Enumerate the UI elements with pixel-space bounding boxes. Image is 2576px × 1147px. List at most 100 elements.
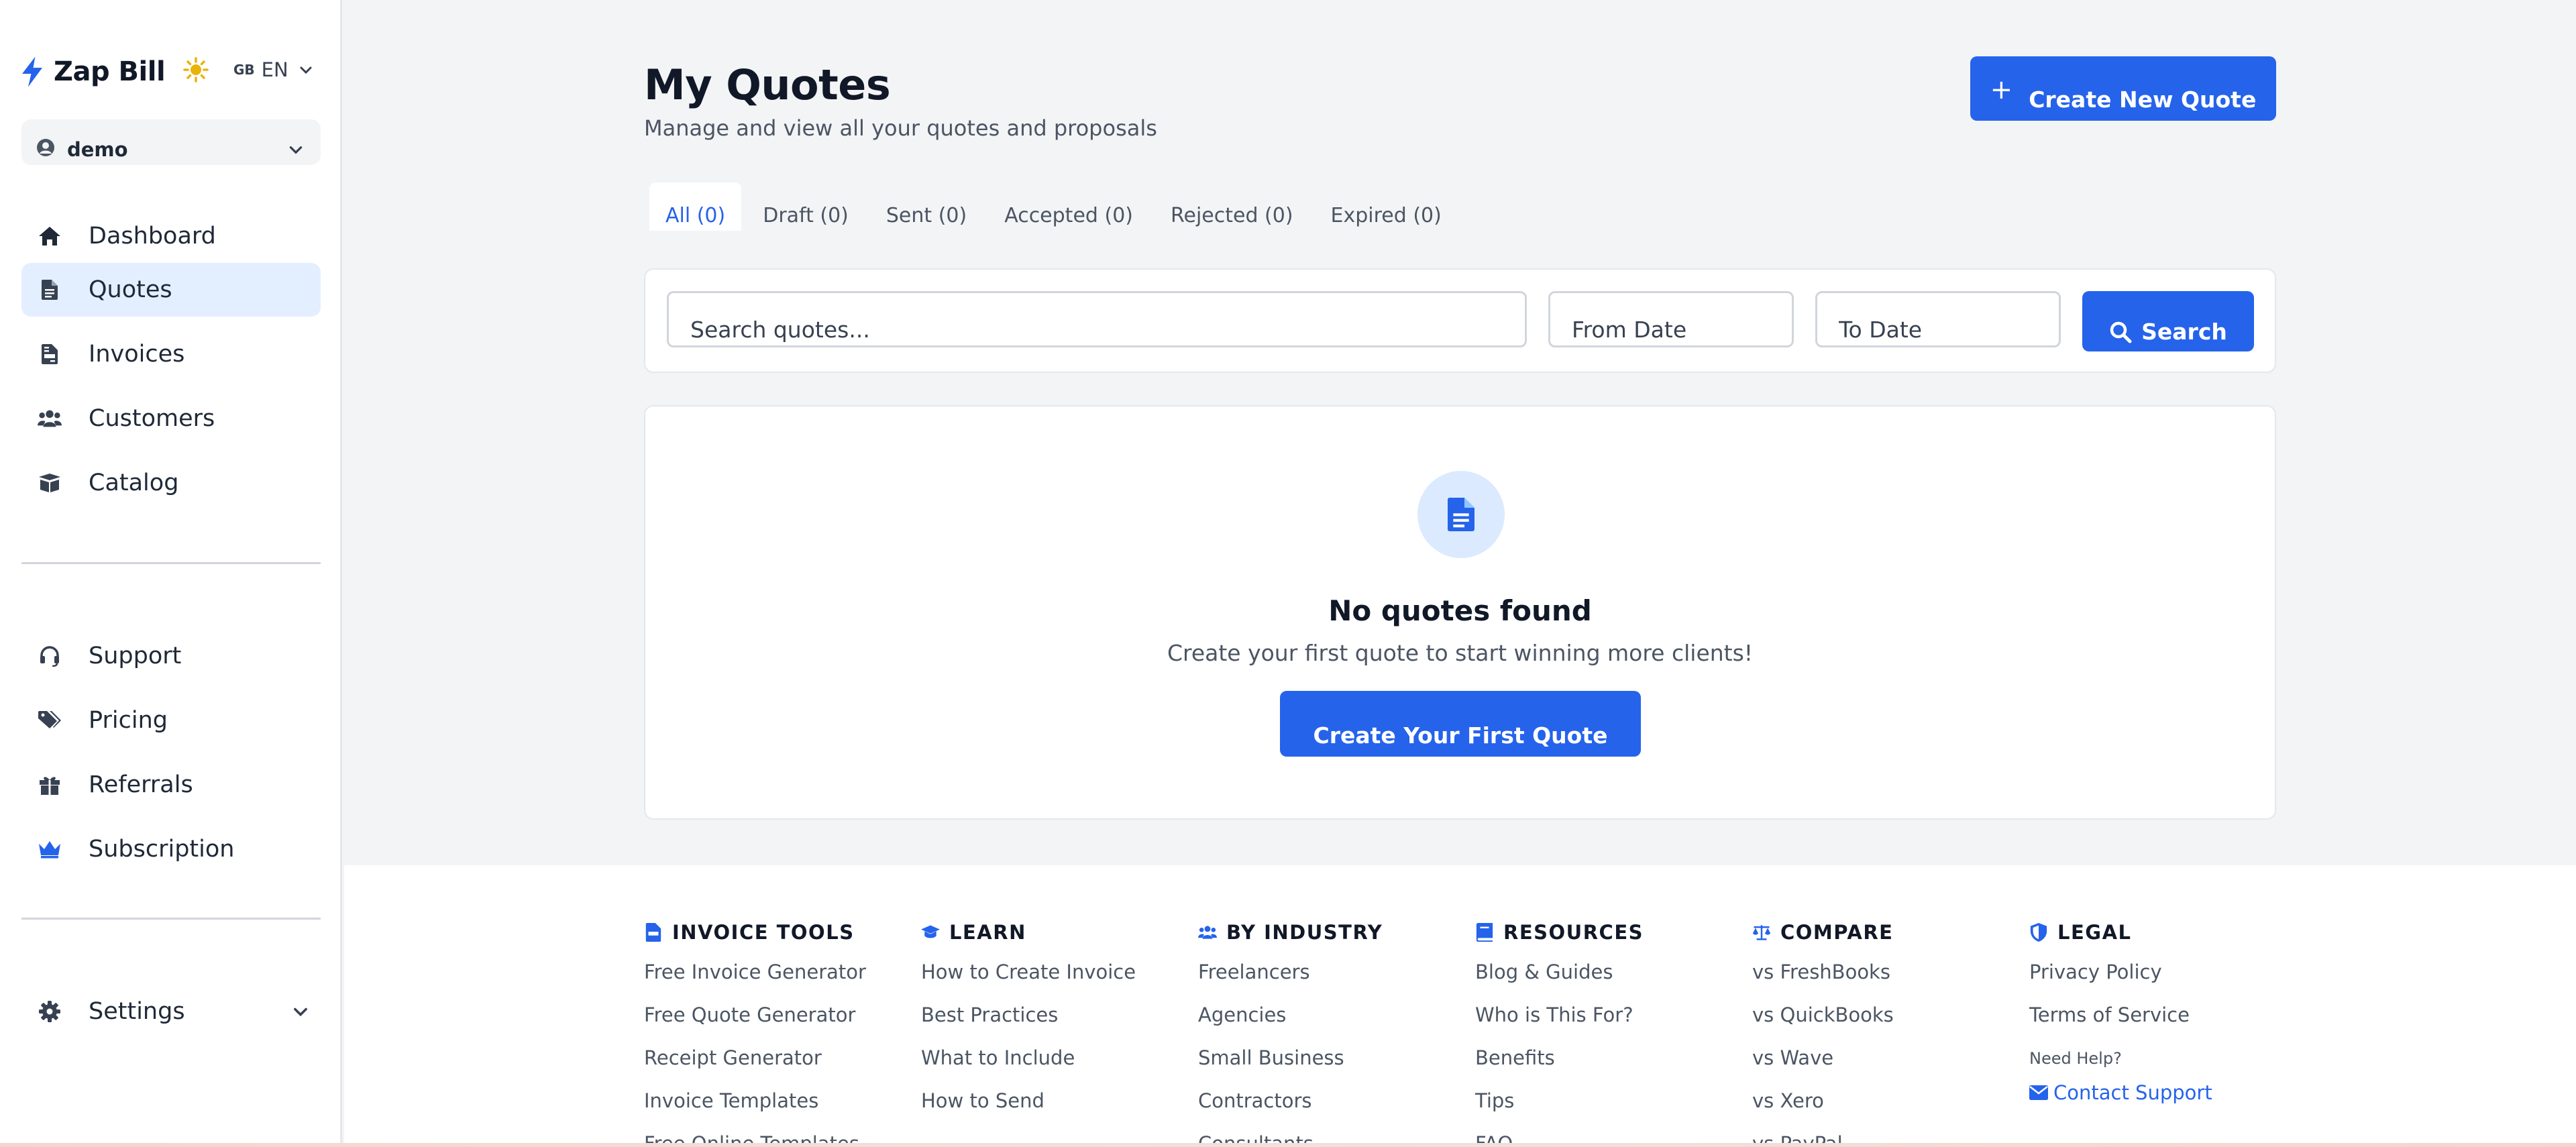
footer-link[interactable]: Terms of Service — [2029, 1003, 2190, 1026]
footer-link[interactable]: vs Wave — [1752, 1046, 1833, 1069]
footer-link[interactable]: Tips — [1475, 1089, 1514, 1112]
footer-link[interactable]: vs FreshBooks — [1752, 961, 1890, 983]
footer-link[interactable]: vs Xero — [1752, 1089, 1824, 1112]
tab-draft[interactable]: Draft (0) — [747, 182, 865, 231]
footer-column-resources: RESOURCES Blog & Guides Who is This For?… — [1475, 919, 1743, 1147]
sidebar-item-pricing[interactable]: Pricing — [21, 694, 321, 747]
sidebar-item-label: Invoices — [89, 341, 185, 368]
empty-state-illustration — [1417, 471, 1505, 558]
footer-link[interactable]: Who is This For? — [1475, 1003, 1633, 1026]
quote-status-tabs: All (0) Draft (0) Sent (0) Accepted (0) … — [649, 182, 1463, 231]
footer-column-invoice-tools: INVOICE TOOLS Free Invoice Generator Fre… — [644, 919, 912, 1147]
users-icon — [1198, 926, 1217, 939]
footer-link[interactable]: What to Include — [921, 1046, 1075, 1069]
footer-column-by-industry: BY INDUSTRY Freelancers Agencies Small B… — [1198, 919, 1466, 1147]
box-icon — [38, 471, 62, 495]
footer-heading-label: BY INDUSTRY — [1226, 921, 1383, 944]
headset-icon — [38, 644, 62, 668]
footer-link[interactable]: Privacy Policy — [2029, 961, 2162, 983]
sidebar-item-subscription[interactable]: Subscription — [21, 822, 321, 876]
home-icon — [38, 224, 62, 248]
chevron-down-icon — [294, 1007, 307, 1017]
need-help-label: Need Help? — [2029, 1049, 2122, 1068]
footer-link[interactable]: Contractors — [1198, 1089, 1312, 1112]
footer-link[interactable]: vs QuickBooks — [1752, 1003, 1894, 1026]
footer-column-compare: COMPARE vs FreshBooks vs QuickBooks vs W… — [1752, 919, 2021, 1147]
sidebar-item-label: Pricing — [89, 707, 168, 734]
graduation-cap-icon — [921, 925, 940, 938]
envelope-icon — [2029, 1085, 2048, 1100]
footer-heading: RESOURCES — [1475, 919, 1743, 946]
footer-link[interactable]: Free Quote Generator — [644, 1003, 855, 1026]
footer-heading: BY INDUSTRY — [1198, 919, 1466, 946]
to-date-field[interactable] — [1815, 291, 2061, 347]
file-icon — [38, 278, 62, 302]
sidebar-item-catalog[interactable]: Catalog — [21, 456, 321, 510]
tab-rejected[interactable]: Rejected (0) — [1155, 182, 1309, 231]
create-new-quote-button[interactable]: + Create New Quote — [1970, 56, 2276, 121]
footer-heading-label: COMPARE — [1780, 921, 1894, 944]
user-selector[interactable]: demo — [21, 119, 321, 165]
sidebar-item-support[interactable]: Support — [21, 629, 321, 683]
file-icon — [1448, 498, 1474, 531]
footer-heading: COMPARE — [1752, 919, 2021, 946]
search-button[interactable]: Search — [2082, 291, 2254, 351]
footer-link[interactable]: Invoice Templates — [644, 1089, 818, 1112]
sidebar-item-invoices[interactable]: Invoices — [21, 327, 321, 381]
sidebar-item-label: Support — [89, 643, 182, 669]
brand-logo[interactable]: Zap Bill — [20, 55, 166, 89]
sidebar-item-label: Quotes — [89, 276, 172, 303]
window-bottom-edge — [0, 1143, 2576, 1147]
footer-link[interactable]: Receipt Generator — [644, 1046, 822, 1069]
sidebar-item-referrals[interactable]: Referrals — [21, 758, 321, 812]
sidebar-item-customers[interactable]: Customers — [21, 392, 321, 445]
language-selector[interactable]: GB EN — [233, 56, 314, 83]
tab-accepted[interactable]: Accepted (0) — [988, 182, 1149, 231]
tab-sent[interactable]: Sent (0) — [870, 182, 983, 231]
footer-link[interactable]: How to Create Invoice — [921, 961, 1136, 983]
invoice-icon — [645, 923, 661, 942]
from-date-field[interactable] — [1548, 291, 1794, 347]
sidebar-item-dashboard[interactable]: Dashboard — [21, 209, 321, 263]
footer-link[interactable]: Agencies — [1198, 1003, 1286, 1026]
sidebar-item-label: Referrals — [89, 771, 193, 798]
tab-all[interactable]: All (0) — [649, 182, 742, 231]
footer: INVOICE TOOLS Free Invoice Generator Fre… — [344, 865, 2576, 1147]
sidebar-item-settings[interactable]: Settings — [21, 985, 321, 1038]
chevron-down-icon — [289, 146, 303, 154]
chevron-down-icon — [300, 66, 312, 74]
footer-link[interactable]: How to Send — [921, 1089, 1044, 1112]
search-input[interactable] — [667, 291, 1527, 347]
sun-icon[interactable] — [182, 56, 209, 83]
search-button-label: Search — [2141, 319, 2227, 345]
search-card: Search — [644, 268, 2276, 373]
footer-link[interactable]: Benefits — [1475, 1046, 1555, 1069]
contact-support-link[interactable]: Contact Support — [2029, 1081, 2212, 1104]
footer-link[interactable]: Freelancers — [1198, 961, 1310, 983]
invoice-icon — [38, 342, 62, 366]
sidebar-item-quotes[interactable]: Quotes — [21, 263, 321, 317]
shield-icon — [2030, 923, 2047, 942]
footer-link[interactable]: Best Practices — [921, 1003, 1058, 1026]
page-subtitle: Manage and view all your quotes and prop… — [644, 115, 1157, 141]
sidebar-item-label: Settings — [89, 998, 185, 1025]
create-new-quote-label: Create New Quote — [2029, 87, 2257, 113]
user-name: demo — [67, 138, 128, 161]
empty-state-subtitle: Create your first quote to start winning… — [1167, 640, 1754, 666]
scale-icon — [1752, 925, 1771, 940]
tags-icon — [38, 708, 62, 732]
user-circle-icon — [37, 139, 54, 156]
main-content: My Quotes Manage and view all your quote… — [344, 0, 2576, 865]
footer-link[interactable]: Free Invoice Generator — [644, 961, 866, 983]
tab-expired[interactable]: Expired (0) — [1315, 182, 1458, 231]
gift-icon — [38, 773, 62, 797]
footer-link[interactable]: Small Business — [1198, 1046, 1344, 1069]
create-first-quote-button[interactable]: Create Your First Quote — [1280, 691, 1641, 757]
footer-heading: INVOICE TOOLS — [644, 919, 912, 946]
footer-heading-label: LEGAL — [2057, 921, 2132, 944]
footer-heading-label: LEARN — [949, 921, 1026, 944]
brand-name: Zap Bill — [54, 56, 166, 87]
footer-column-learn: LEARN How to Create Invoice Best Practic… — [921, 919, 1189, 1112]
footer-link[interactable]: Blog & Guides — [1475, 961, 1613, 983]
sidebar-item-label: Dashboard — [89, 223, 216, 250]
